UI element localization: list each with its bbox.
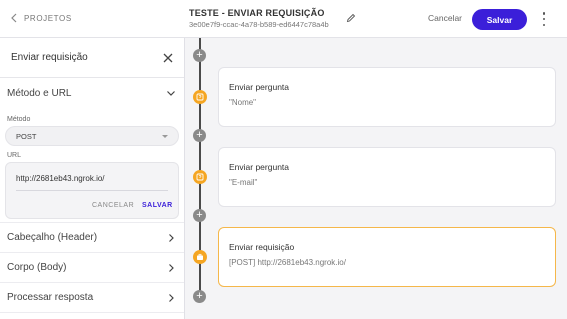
back-label: PROJETOS [24, 13, 72, 23]
section-process-response[interactable]: Processar resposta [0, 283, 184, 313]
briefcase-icon [193, 250, 207, 264]
add-step-button[interactable]: + [193, 209, 206, 222]
back-to-projects-link[interactable]: PROJETOS [10, 13, 72, 23]
add-step-button[interactable]: + [193, 290, 206, 303]
method-select[interactable]: POST [5, 126, 179, 146]
flow-id: 3e00e7f9-ccac-4a78-b589-ed6447c78a4b [189, 20, 329, 29]
chevron-right-icon [169, 293, 174, 302]
section-header-label: Cabeçalho (Header) [7, 232, 98, 243]
chevron-right-icon [169, 263, 174, 272]
action-settings-panel: Enviar requisição Método e URL Método PO… [0, 38, 185, 319]
question-icon [193, 170, 207, 184]
section-method-url[interactable]: Método e URL [0, 78, 184, 108]
node-title: Enviar pergunta [229, 82, 290, 92]
flow-node-card[interactable]: Enviar pergunta "Nome" [218, 67, 556, 127]
chevron-down-icon [167, 91, 175, 96]
url-editor: CANCELAR SALVAR [5, 162, 179, 219]
panel-title: Enviar requisição [11, 52, 88, 63]
chevron-right-icon [169, 233, 174, 242]
question-icon [193, 90, 207, 104]
url-cancel-button[interactable]: CANCELAR [92, 202, 134, 209]
node-title: Enviar pergunta [229, 162, 290, 172]
save-button[interactable]: Salvar [472, 9, 527, 30]
section-body[interactable]: Corpo (Body) [0, 253, 184, 283]
url-underline [16, 190, 168, 191]
flow-title-area: TESTE - ENVIAR REQUISIÇÃO 3e00e7f9-ccac-… [189, 8, 329, 29]
method-select-value: POST [16, 131, 37, 141]
flow-title: TESTE - ENVIAR REQUISIÇÃO [189, 8, 325, 18]
node-subtitle: "E-mail" [229, 178, 258, 187]
edit-pencil-icon[interactable] [346, 13, 356, 23]
section-method-url-label: Método e URL [7, 87, 72, 99]
section-body-label: Corpo (Body) [7, 262, 67, 273]
node-title: Enviar requisição [229, 242, 295, 252]
cancel-button[interactable]: Cancelar [428, 13, 462, 23]
panel-header: Enviar requisição [0, 38, 184, 78]
node-subtitle: [POST] http://2681eb43.ngrok.io/ [229, 258, 346, 267]
section-process-response-label: Processar resposta [7, 292, 94, 303]
url-field-label: URL [7, 152, 22, 159]
add-step-button[interactable]: + [193, 129, 206, 142]
chevron-left-icon [11, 13, 17, 23]
node-subtitle: "Nome" [229, 98, 257, 107]
add-step-button[interactable]: + [193, 49, 206, 62]
flow-canvas: + Enviar pergunta "Nome" + Enviar pergun… [186, 38, 567, 319]
more-options-icon[interactable] [541, 12, 547, 26]
method-field-label: Método [7, 116, 31, 123]
url-save-button[interactable]: SALVAR [142, 202, 173, 209]
url-input[interactable] [16, 174, 168, 183]
flow-node-card[interactable]: Enviar pergunta "E-mail" [218, 147, 556, 207]
close-icon[interactable] [162, 52, 174, 64]
select-caret-icon [162, 134, 168, 138]
section-header[interactable]: Cabeçalho (Header) [0, 223, 184, 253]
top-bar: PROJETOS TESTE - ENVIAR REQUISIÇÃO 3e00e… [0, 0, 567, 38]
flow-node-card-selected[interactable]: Enviar requisição [POST] http://2681eb43… [218, 227, 556, 287]
